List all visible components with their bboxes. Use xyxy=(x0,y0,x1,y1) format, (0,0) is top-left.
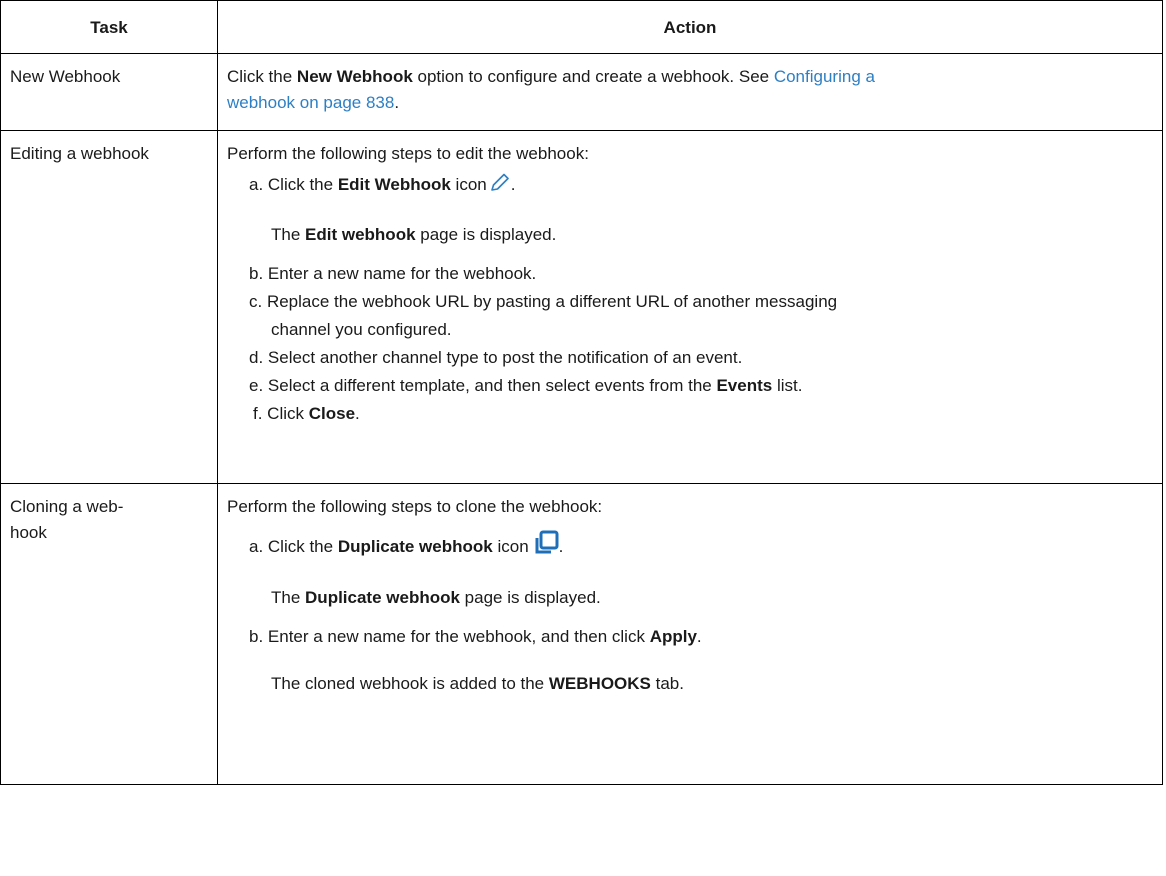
action-cell: Perform the following steps to clone the… xyxy=(217,483,1163,785)
text: tab. xyxy=(650,674,684,693)
task-cell: New Webhook xyxy=(0,53,218,131)
header-task: Task xyxy=(0,0,218,54)
task-cell: Editing a webhook xyxy=(0,130,218,484)
step-b-note: The cloned webhook is added to the WEBHO… xyxy=(271,670,1162,698)
step-a: a. Click the Duplicate webhook icon. xyxy=(249,530,1162,565)
steps-intro: Perform the following steps to clone the… xyxy=(227,497,603,516)
step-c: c. Replace the webhook URL by pasting a … xyxy=(249,292,838,311)
text: . xyxy=(510,175,516,194)
header-action: Action xyxy=(217,0,1163,54)
bold-term: Duplicate webhook xyxy=(337,537,493,556)
bold-term: Close xyxy=(308,404,356,423)
text: a. Click the xyxy=(249,175,338,194)
task-cloning-webhook-cont: hook xyxy=(10,523,47,542)
step-c-cont: channel you configured. xyxy=(271,320,452,339)
text: b. Enter a new name for the webhook, and… xyxy=(249,627,650,646)
configuring-webhook-link-cont[interactable]: webhook on page 838 xyxy=(227,93,394,112)
bold-term: Duplicate webhook xyxy=(305,588,460,607)
duplicate-icon xyxy=(533,530,559,565)
table-header-row: Task Action xyxy=(0,0,1163,54)
bold-term: Edit webhook xyxy=(305,225,416,244)
task-new-webhook: New Webhook xyxy=(10,67,121,86)
table-row: New Webhook Click the New Webhook option… xyxy=(0,53,1163,131)
task-cell: Cloning a web- hook xyxy=(0,483,218,785)
webhook-tasks-table: Task Action New Webhook Click the New We… xyxy=(0,0,1163,785)
text: f. Click xyxy=(253,404,309,423)
configuring-webhook-link[interactable]: Configuring a xyxy=(774,67,875,86)
text: icon xyxy=(450,175,487,194)
text: . xyxy=(355,404,360,423)
text: The xyxy=(271,225,306,244)
bold-term: WEBHOOKS xyxy=(548,674,651,693)
bold-term: Edit Webhook xyxy=(337,175,451,194)
step-e: e. Select a different template, and then… xyxy=(249,372,1162,400)
task-editing-webhook: Editing a webhook xyxy=(10,144,149,163)
text: icon xyxy=(492,537,529,556)
task-cloning-webhook: Cloning a web- xyxy=(10,497,124,516)
text: The xyxy=(271,588,306,607)
pencil-icon xyxy=(489,173,511,202)
table-row: Cloning a web- hook Perform the followin… xyxy=(0,483,1163,785)
text: . xyxy=(394,93,400,112)
step-b: b. Enter a new name for the webhook, and… xyxy=(249,623,1162,651)
step-a: a. Click the Edit Webhook icon. xyxy=(249,171,1162,202)
steps-intro: Perform the following steps to edit the … xyxy=(227,144,589,163)
text: page is displayed. xyxy=(415,225,557,244)
action-cell: Click the New Webhook option to configur… xyxy=(217,53,1163,131)
text: page is displayed. xyxy=(459,588,601,607)
bold-term: New Webhook xyxy=(296,67,413,86)
text: a. Click the xyxy=(249,537,338,556)
text: option to configure and create a webhook… xyxy=(412,67,774,86)
step-b: b. Enter a new name for the webhook. xyxy=(249,264,537,283)
text: Click the xyxy=(227,67,297,86)
step-f: f. Click Close. xyxy=(253,400,1162,428)
text: . xyxy=(696,627,702,646)
text: The cloned webhook is added to the xyxy=(271,674,549,693)
text: e. Select a different template, and then… xyxy=(249,376,717,395)
step-d: d. Select another channel type to post t… xyxy=(249,348,743,367)
bold-term: Events xyxy=(716,376,773,395)
step-a-note: The Edit webhook page is displayed. xyxy=(271,221,1162,249)
step-a-note: The Duplicate webhook page is displayed. xyxy=(271,584,1162,612)
text: . xyxy=(558,537,564,556)
bold-term: Apply xyxy=(649,627,697,646)
action-cell: Perform the following steps to edit the … xyxy=(217,130,1163,484)
text: list. xyxy=(772,376,803,395)
table-row: Editing a webhook Perform the following … xyxy=(0,130,1163,484)
